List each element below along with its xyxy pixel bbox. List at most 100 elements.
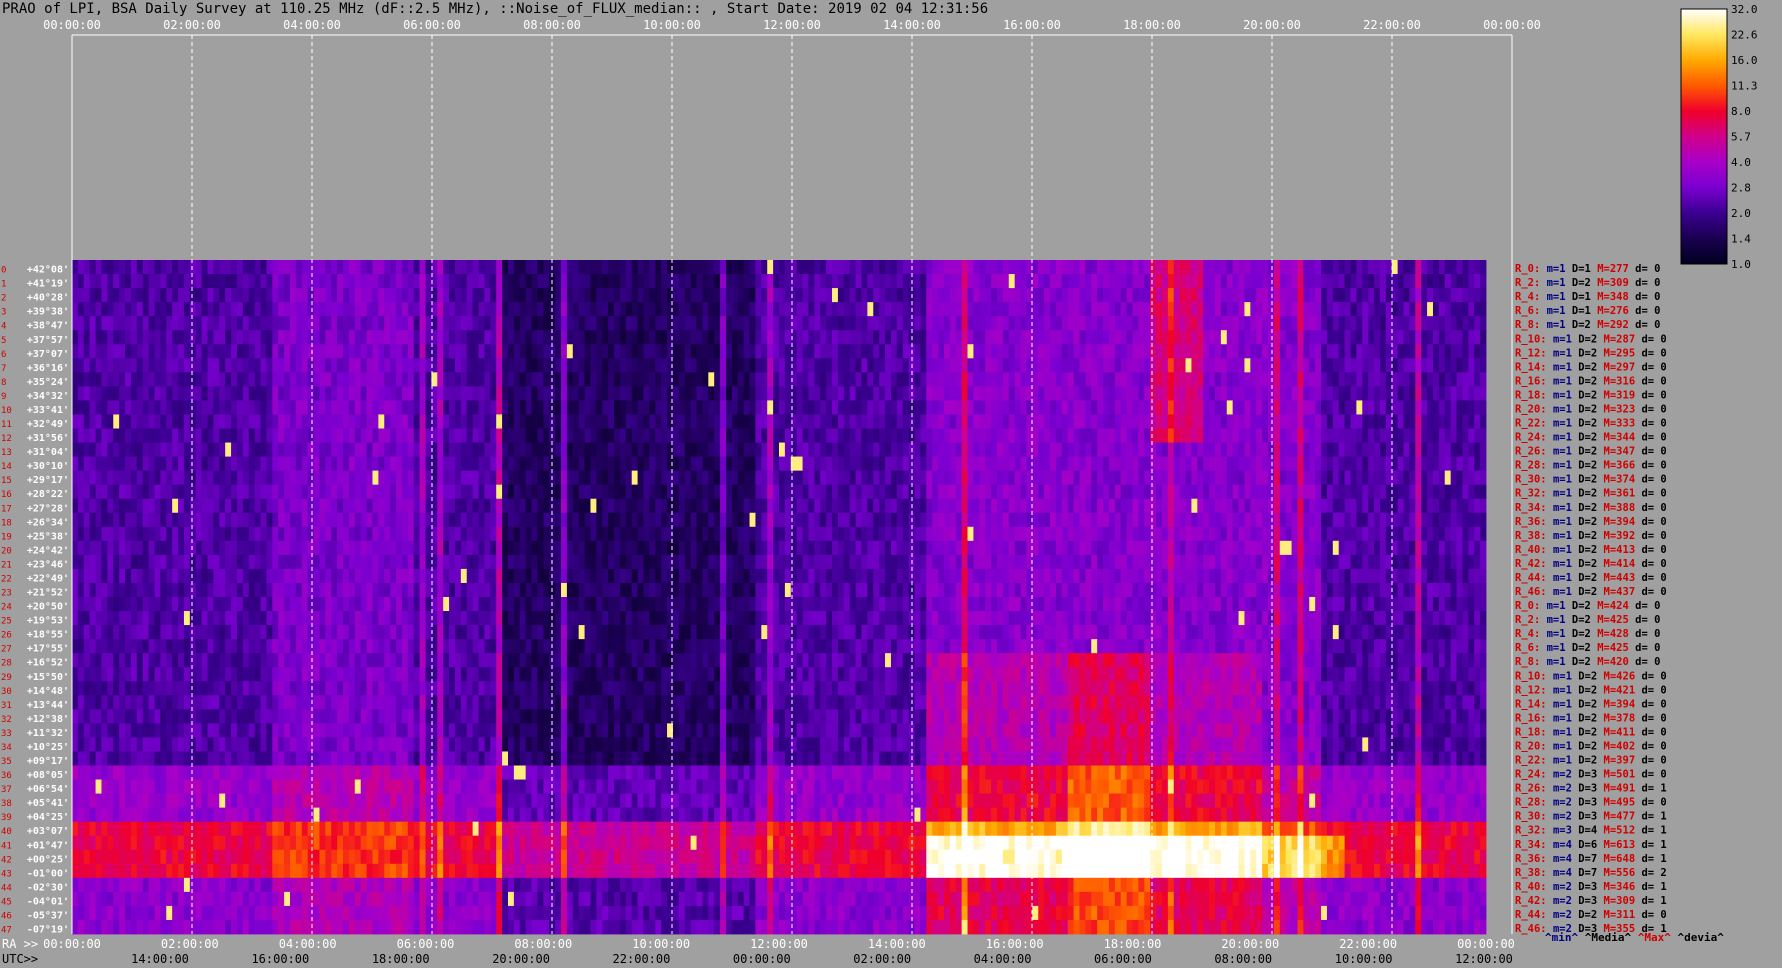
heatmap-cell (625, 526, 633, 542)
heatmap-cell (77, 386, 85, 401)
heatmap-cell (419, 330, 426, 345)
heatmap-cell (749, 302, 756, 317)
heatmap-cell (1103, 526, 1110, 542)
heatmap-cell (1138, 512, 1145, 528)
heatmap-cell (755, 428, 762, 443)
heatmap-cell (331, 316, 338, 331)
heatmap-cell (454, 540, 462, 556)
heatmap-cell (242, 484, 250, 500)
heatmap-cell (242, 274, 250, 289)
heatmap-cell (1114, 470, 1122, 486)
heatmap-cell (254, 260, 261, 275)
heatmap-cell (1108, 386, 1116, 401)
heatmap-cell (1374, 526, 1381, 542)
heatmap-cell (160, 526, 167, 542)
heatmap-cell (920, 260, 927, 275)
heatmap-cell (779, 358, 786, 373)
heatmap-cell (684, 470, 692, 486)
heatmap-cell (985, 400, 992, 415)
heatmap-cell (1226, 498, 1234, 514)
heatmap-cell (366, 442, 373, 457)
heatmap-cell (425, 470, 432, 486)
heatmap-cell (1291, 400, 1298, 415)
heatmap-cell (1161, 414, 1169, 429)
heatmap-cell (519, 512, 527, 528)
heatmap-cell (655, 414, 662, 429)
heatmap-cell (672, 526, 680, 542)
heatmap-cell (313, 288, 320, 303)
heatmap-cell (1462, 498, 1469, 514)
heatmap-cell (425, 372, 432, 387)
heatmap-cell (107, 414, 114, 429)
heatmap-cell (1450, 512, 1457, 528)
heatmap-cell (684, 428, 692, 443)
heatmap-cell (608, 274, 615, 289)
heatmap-cell (614, 330, 621, 345)
heatmap-cell (985, 456, 992, 472)
heatmap-cell (1050, 442, 1057, 457)
heatmap-cell (101, 456, 108, 472)
heatmap-cell (637, 344, 644, 359)
heatmap-cell (902, 302, 910, 317)
heatmap-cell (1285, 484, 1292, 500)
heatmap-cell (837, 316, 845, 331)
heatmap-cell (231, 484, 238, 500)
heatmap-cell (537, 372, 544, 387)
heatmap-cell (295, 330, 303, 345)
heatmap-cell (826, 386, 833, 401)
heatmap-cell (590, 386, 597, 401)
heatmap-cell (837, 470, 845, 486)
heatmap-cell (867, 344, 874, 359)
heatmap-cell (1002, 414, 1010, 429)
heatmap-cell (1138, 372, 1145, 387)
heatmap-cell (1250, 288, 1257, 303)
heatmap-cell (207, 512, 214, 528)
heatmap-cell (767, 498, 774, 514)
heatmap-cell (1379, 274, 1387, 289)
heatmap-cell (1297, 526, 1304, 542)
heatmap-cell (1061, 400, 1069, 415)
heatmap-cell (454, 498, 462, 514)
heatmap-cell (1002, 274, 1010, 289)
heatmap-cell (690, 442, 697, 457)
heatmap-cell (731, 358, 739, 373)
heatmap-cell (1220, 358, 1228, 373)
heatmap-cell (672, 540, 680, 556)
heatmap-cell (107, 302, 114, 317)
heatmap-cell (1462, 316, 1469, 331)
heatmap-cell (661, 386, 668, 401)
heatmap-cell (755, 344, 762, 359)
heatmap-cell (348, 484, 356, 500)
heatmap-cell (1391, 372, 1399, 387)
heatmap-cell (614, 316, 621, 331)
heatmap-cell (289, 484, 297, 500)
heatmap-cell (142, 260, 149, 275)
heatmap-cell (1002, 470, 1010, 486)
heatmap-cell (384, 414, 391, 429)
heatmap-cell (1468, 288, 1475, 303)
heatmap-cell (602, 540, 609, 556)
heatmap-cell (743, 316, 750, 331)
heatmap-cell (855, 414, 862, 429)
heatmap-cell (248, 358, 256, 373)
heatmap-cell (1468, 302, 1475, 317)
heatmap-cell (991, 456, 998, 472)
heatmap-cell (631, 526, 638, 542)
heatmap-cell (107, 540, 114, 556)
heatmap-cell (896, 274, 904, 289)
heatmap-cell (278, 442, 285, 457)
heatmap-cell (343, 302, 350, 317)
heatmap-cell (543, 260, 550, 275)
heatmap-cell (1020, 344, 1027, 359)
heatmap-cell (490, 288, 497, 303)
heatmap-cell (885, 358, 892, 373)
heatmap-cell (331, 358, 338, 373)
heatmap-cell (95, 330, 102, 345)
heatmap-cell (1073, 540, 1080, 556)
heatmap-cell (902, 330, 910, 345)
heatmap-cell (213, 302, 220, 317)
heatmap-cell (1397, 470, 1404, 486)
heatmap-cell (1050, 358, 1057, 373)
heatmap-cell (189, 484, 197, 500)
heatmap-cell (708, 288, 715, 303)
